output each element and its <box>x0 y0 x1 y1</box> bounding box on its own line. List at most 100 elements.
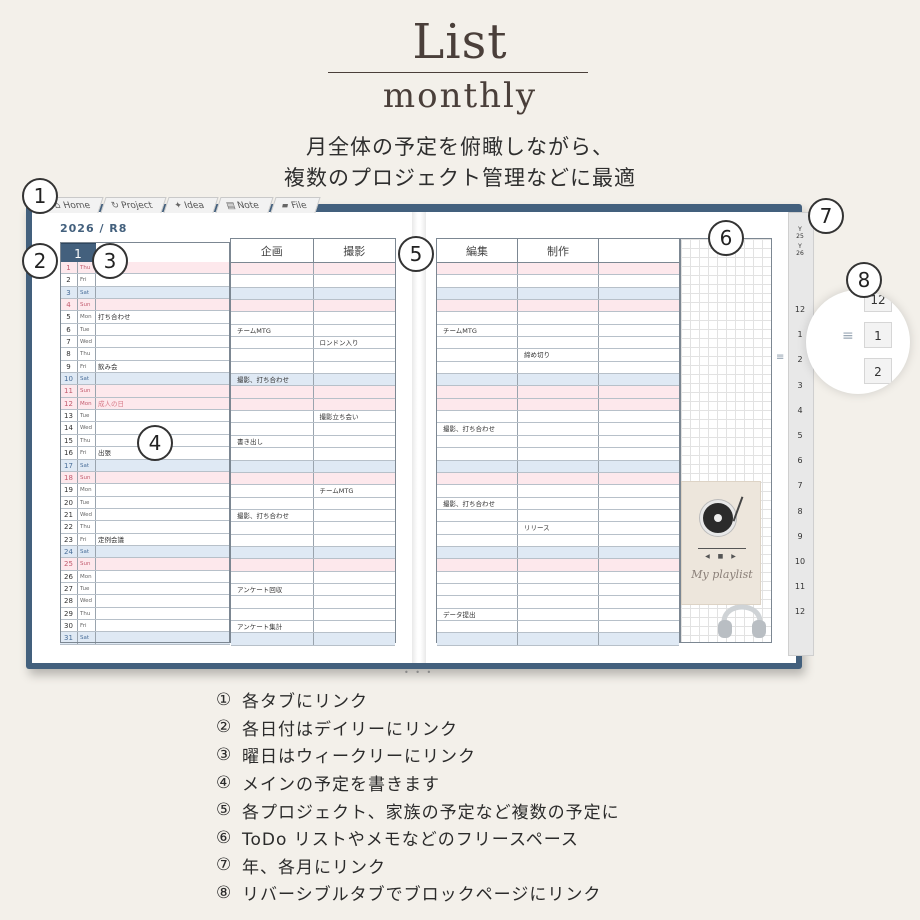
project-cell[interactable] <box>437 398 518 411</box>
project-cell[interactable] <box>231 300 314 312</box>
project-cell[interactable] <box>518 337 599 349</box>
project-cell[interactable] <box>231 287 314 300</box>
project-cell[interactable] <box>314 473 396 484</box>
project-cell[interactable]: データ提出 <box>437 608 518 620</box>
project-cell[interactable] <box>314 584 396 595</box>
date-number-link[interactable]: 28 <box>60 595 78 607</box>
date-number-link[interactable]: 2 <box>60 274 78 286</box>
date-number-link[interactable]: 8 <box>60 348 78 360</box>
weekday-link[interactable]: Thu <box>78 521 96 533</box>
project-cell[interactable] <box>314 596 396 607</box>
main-schedule-cell[interactable] <box>96 348 230 359</box>
weekday-link[interactable]: Mon <box>78 397 96 410</box>
date-number-link[interactable]: 12 <box>60 397 78 410</box>
project-cell[interactable] <box>518 633 599 645</box>
project-cell[interactable]: 撮影、打ち合わせ <box>231 374 314 386</box>
project-cell[interactable] <box>437 337 518 349</box>
project-cell[interactable] <box>231 472 314 485</box>
date-number-link[interactable]: 21 <box>60 508 78 521</box>
date-number-link[interactable]: 6 <box>60 323 78 336</box>
project-cell[interactable]: チームMTG <box>314 485 396 496</box>
project-cell[interactable] <box>599 633 679 644</box>
project-cell[interactable]: アンケート回収 <box>231 583 314 596</box>
project-cell[interactable] <box>231 263 314 275</box>
main-schedule-cell[interactable] <box>96 299 230 310</box>
weekday-link[interactable]: Sat <box>78 286 96 299</box>
project-cell[interactable] <box>599 584 679 595</box>
project-cell[interactable] <box>437 361 518 374</box>
project-cell[interactable] <box>314 535 396 546</box>
weekday-link[interactable]: Fri <box>78 619 96 632</box>
main-schedule-cell[interactable] <box>96 373 230 384</box>
project-cell[interactable] <box>314 461 396 472</box>
project-cell[interactable] <box>314 522 396 533</box>
project-cell[interactable] <box>314 572 396 583</box>
project-cell[interactable]: 締め切り <box>518 349 599 361</box>
menu-icon[interactable]: ≡ <box>776 352 784 363</box>
project-cell[interactable] <box>437 571 518 583</box>
weekday-link[interactable]: Sun <box>78 471 96 484</box>
project-cell[interactable] <box>599 399 679 410</box>
project-cell[interactable] <box>599 547 679 558</box>
project-cell[interactable] <box>231 485 314 497</box>
date-number-link[interactable]: 20 <box>60 496 78 508</box>
project-cell[interactable] <box>599 448 679 459</box>
project-cell[interactable] <box>518 534 599 546</box>
weekday-link[interactable]: Sat <box>78 545 96 558</box>
project-cell[interactable] <box>518 435 599 448</box>
project-cell[interactable] <box>231 337 314 349</box>
main-schedule-cell[interactable] <box>96 497 230 508</box>
project-cell[interactable] <box>231 423 314 435</box>
date-number-link[interactable]: 11 <box>60 385 78 397</box>
main-schedule-cell[interactable] <box>96 509 230 520</box>
project-cell[interactable] <box>231 546 314 559</box>
project-cell[interactable] <box>231 571 314 583</box>
main-schedule-cell[interactable] <box>96 546 230 557</box>
date-number-link[interactable]: 23 <box>60 533 78 545</box>
project-cell[interactable] <box>518 472 599 485</box>
project-cell[interactable] <box>599 349 679 360</box>
project-cell[interactable] <box>599 325 679 336</box>
project-cell[interactable] <box>437 534 518 546</box>
project-cell[interactable] <box>599 362 679 373</box>
date-number-link[interactable]: 14 <box>60 422 78 434</box>
project-cell[interactable] <box>437 411 518 423</box>
weekday-link[interactable]: Fri <box>78 533 96 545</box>
project-cell[interactable]: リリース <box>518 522 599 534</box>
project-cell[interactable] <box>518 460 599 472</box>
project-cell[interactable] <box>599 275 679 286</box>
project-cell[interactable] <box>599 423 679 434</box>
project-cell[interactable] <box>437 386 518 398</box>
date-number-link[interactable]: 22 <box>60 521 78 533</box>
project-cell[interactable] <box>231 608 314 620</box>
project-cell[interactable] <box>599 386 679 397</box>
weekday-link[interactable]: Fri <box>78 447 96 459</box>
project-cell[interactable] <box>518 374 599 386</box>
weekday-link[interactable]: Fri <box>78 360 96 373</box>
weekday-link[interactable]: Thu <box>78 348 96 360</box>
project-cell[interactable] <box>599 535 679 546</box>
project-cell[interactable] <box>314 325 396 336</box>
year-tab[interactable]: Y 25 <box>790 226 810 240</box>
project-cell[interactable] <box>518 300 599 312</box>
weekday-link[interactable]: Wed <box>78 595 96 607</box>
project-cell[interactable] <box>599 596 679 607</box>
project-cell[interactable] <box>314 399 396 410</box>
month-tab-6[interactable]: 6 <box>790 456 810 465</box>
date-number-link[interactable]: 15 <box>60 434 78 447</box>
tab-file[interactable]: ▰ File <box>270 197 321 213</box>
weekday-link[interactable]: Tue <box>78 323 96 336</box>
project-cell[interactable] <box>599 609 679 620</box>
main-schedule-cell[interactable] <box>96 385 230 396</box>
month-tab-7[interactable]: 7 <box>790 481 810 490</box>
project-cell[interactable] <box>437 620 518 633</box>
project-cell[interactable] <box>437 263 518 275</box>
weekday-link[interactable]: Mon <box>78 570 96 582</box>
date-number-link[interactable]: 29 <box>60 607 78 619</box>
project-cell[interactable] <box>518 546 599 559</box>
project-cell[interactable] <box>437 435 518 448</box>
weekday-link[interactable]: Sun <box>78 299 96 311</box>
weekday-link[interactable]: Sun <box>78 385 96 397</box>
project-cell[interactable] <box>599 559 679 570</box>
project-cell[interactable] <box>599 621 679 632</box>
